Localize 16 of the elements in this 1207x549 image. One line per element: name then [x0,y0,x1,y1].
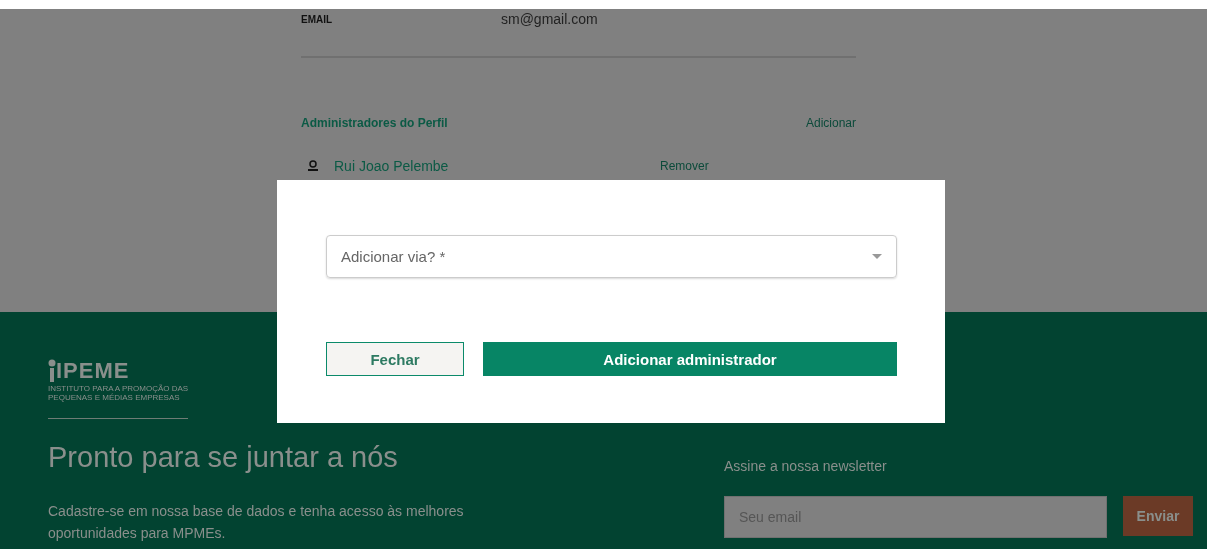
admin-name: Rui Joao Pelembe [334,158,450,174]
email-value: sm@gmail.com [501,11,598,27]
footer-heading: Pronto para se juntar a nós [48,441,399,474]
remove-link[interactable]: Remover [660,159,709,173]
add-admin-button[interactable]: Adicionar administrador [483,342,897,376]
select-field[interactable]: Adicionar via? * [326,235,897,278]
close-button[interactable]: Fechar [326,342,464,376]
section-title: Administradores do Perfil [301,116,448,130]
footer-text: Cadastre-se em nossa base de dados e tenha acesso às melhores oportunidades para MPMEs. [48,502,465,543]
person-icon [308,160,318,172]
send-button[interactable]: Enviar [1123,496,1193,536]
newsletter-title: Assine a nossa newsletter [724,458,888,474]
logo: IPEME INSTITUTO PARA A PROMOÇÃO DAS PEQUENAS E MÉDIAS EMPRESAS [48,358,190,402]
email-label: EMAIL [301,13,334,25]
dropdown-caret-icon [872,254,882,259]
add-link[interactable]: Adicionar [805,116,856,130]
